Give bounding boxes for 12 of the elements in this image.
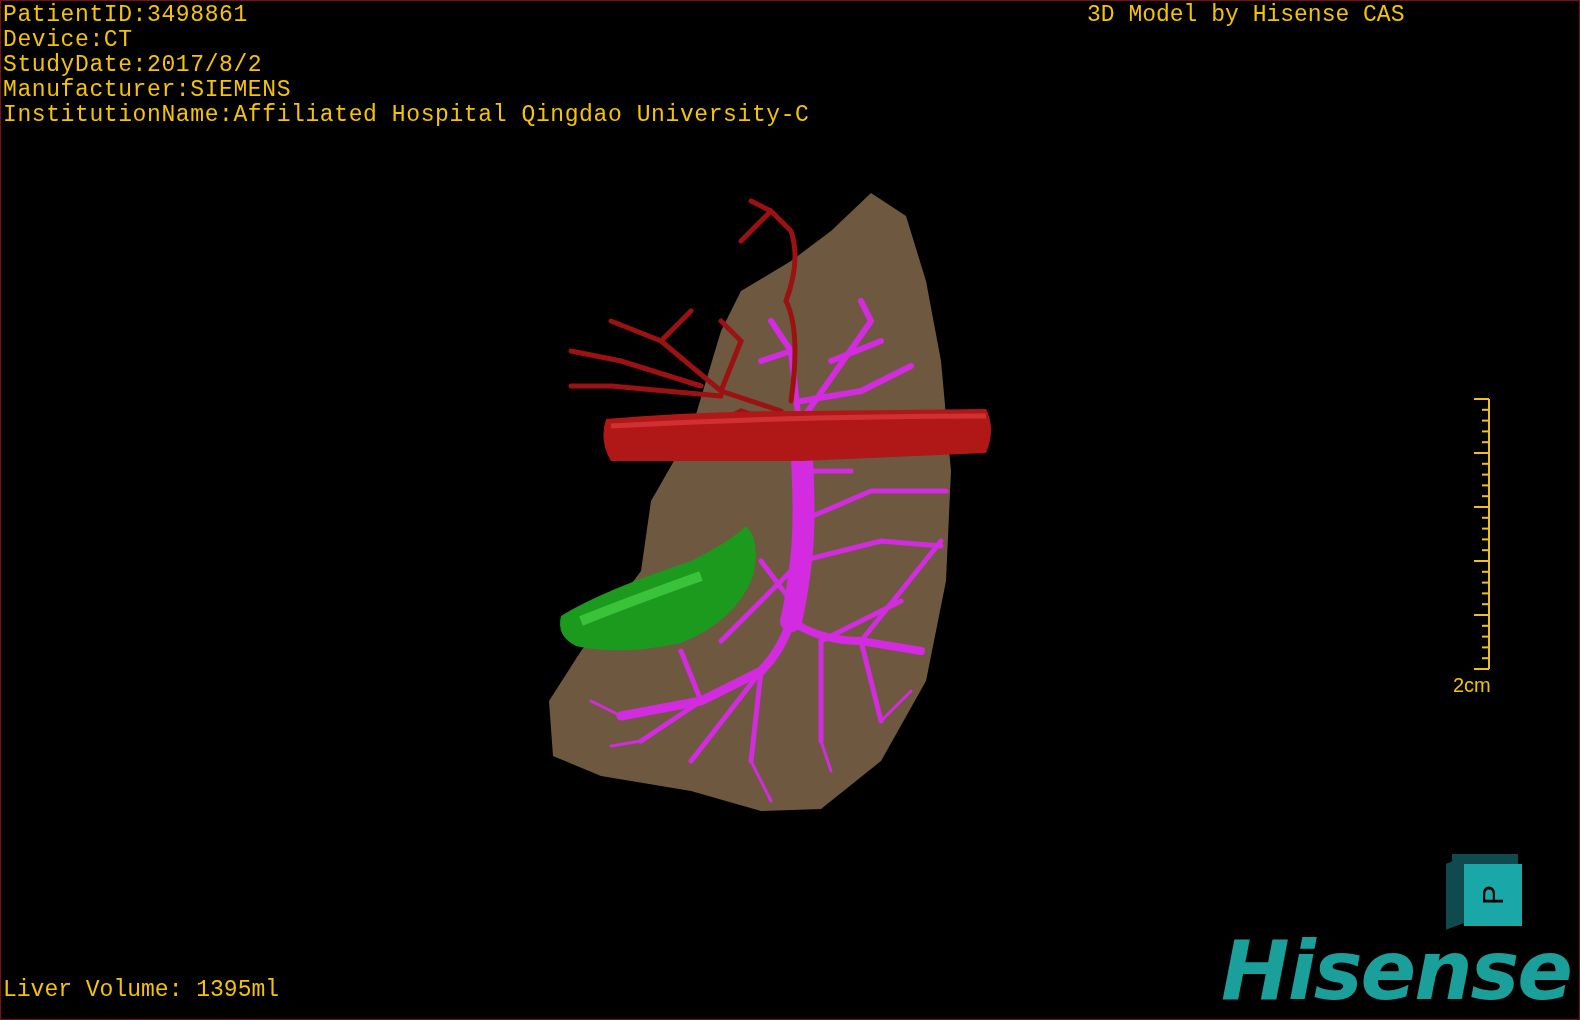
model-credit: 3D Model by Hisense CAS <box>1087 3 1405 28</box>
liver-volume-label: Liver Volume: 1395ml <box>3 978 280 1003</box>
patient-info-line: PatientID:3498861 <box>3 3 249 28</box>
patient-info-line: Manufacturer:SIEMENS <box>3 78 293 103</box>
scale-label: 2cm <box>1453 673 1491 697</box>
scale-ruler-icon <box>1471 397 1491 672</box>
cube-top <box>1452 854 1518 864</box>
cube-face-label: P <box>1478 885 1508 905</box>
logo: Hisense <box>1221 931 1571 1011</box>
patient-info-line: Device:CT <box>3 28 134 53</box>
patient-info-line: StudyDate:2017/8/2 <box>3 53 264 78</box>
patient-info-line: InstitutionName:Affiliated Hospital Qingdao University-C <box>3 103 810 128</box>
